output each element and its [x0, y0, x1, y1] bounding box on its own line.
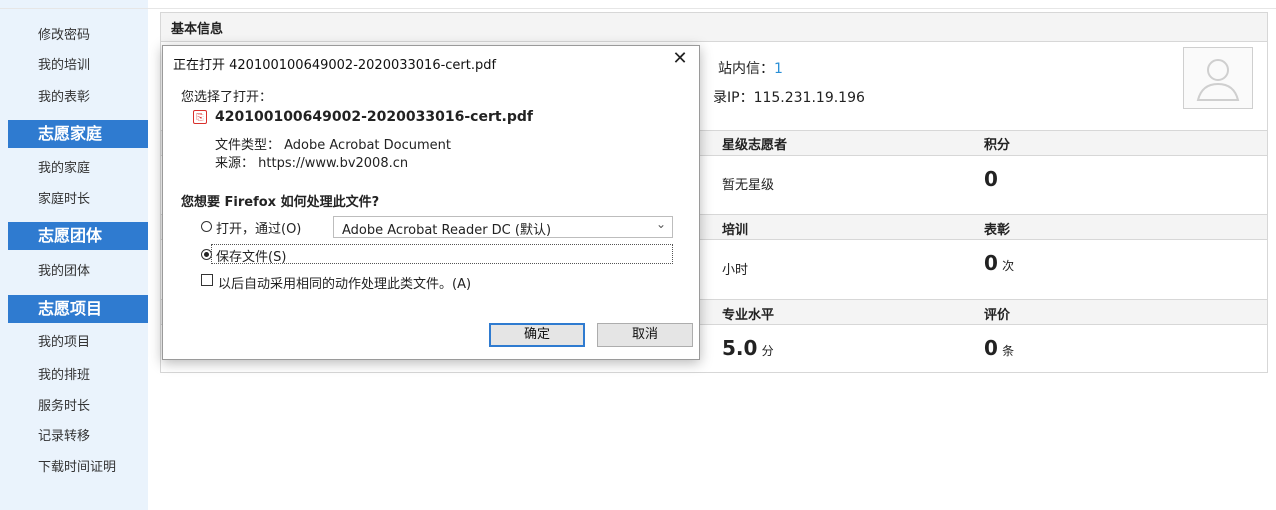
evaluation-value: 0 条 — [984, 336, 1014, 360]
chevron-down-icon: ⌄ — [655, 217, 666, 231]
login-ip: 录IP：115.231.19.196 — [713, 90, 865, 106]
open-with-radio[interactable] — [201, 221, 212, 232]
sidebar: 修改密码 我的培训 我的表彰 志愿家庭 我的家庭 家庭时长 志愿团体 我的团体 … — [0, 0, 148, 510]
file-source: 来源： https://www.bv2008.cn — [215, 156, 409, 171]
training-hours-value: 小时 — [722, 263, 749, 278]
cancel-button[interactable]: 取消 — [597, 323, 693, 347]
sidebar-item-my-group[interactable]: 我的团体 — [38, 260, 90, 279]
sidebar-item-record-transfer[interactable]: 记录转移 — [38, 425, 90, 444]
professional-score: 5.0 — [722, 336, 758, 360]
sidebar-item-change-password[interactable]: 修改密码 — [38, 24, 90, 43]
commendation-header: 表彰 — [984, 223, 1011, 238]
sidebar-item-my-training[interactable]: 我的培训 — [38, 54, 90, 73]
handle-question: 您想要 Firefox 如何处理此文件? — [181, 195, 380, 210]
sidebar-section-project: 志愿项目 — [8, 295, 148, 323]
commendation-value: 0 次 — [984, 251, 1014, 275]
top-divider — [0, 8, 1276, 9]
user-silhouette-icon — [1196, 59, 1240, 101]
sidebar-item-download-certificate[interactable]: 下载时间证明 — [38, 456, 116, 475]
site-mail-label: 站内信： — [718, 61, 774, 77]
professional-unit: 分 — [761, 344, 774, 358]
open-with-app-value: Adobe Acrobat Reader DC (默认) — [342, 223, 552, 238]
professional-level-header: 专业水平 — [722, 308, 775, 323]
auto-action-checkbox[interactable] — [201, 274, 213, 286]
dialog-title: 正在打开 420100100649002-2020033016-cert.pdf — [173, 58, 497, 73]
evaluation-unit: 条 — [1002, 344, 1015, 358]
evaluation-header: 评价 — [984, 308, 1011, 323]
you-chose-label: 您选择了打开： — [181, 90, 273, 105]
commendation-unit: 次 — [1002, 259, 1015, 273]
points-header: 积分 — [984, 138, 1011, 153]
panel-title: 基本信息 — [171, 22, 224, 37]
sidebar-item-my-commendation[interactable]: 我的表彰 — [38, 86, 90, 105]
avatar[interactable] — [1183, 47, 1253, 109]
file-type: 文件类型： Adobe Acrobat Document — [215, 138, 452, 153]
open-file-dialog: 正在打开 420100100649002-2020033016-cert.pdf… — [162, 45, 700, 360]
sidebar-item-my-family[interactable]: 我的家庭 — [38, 157, 90, 176]
auto-action-label[interactable]: 以后自动采用相同的动作处理此类文件。(A) — [218, 273, 471, 292]
file-name: 420100100649002-2020033016-cert.pdf — [215, 109, 533, 125]
star-level-value: 暂无星级 — [722, 178, 775, 193]
sidebar-item-my-projects[interactable]: 我的项目 — [38, 331, 90, 350]
evaluation-count: 0 — [984, 336, 998, 360]
close-icon[interactable]: ✕ — [669, 48, 691, 70]
open-with-app-select[interactable]: Adobe Acrobat Reader DC (默认) ⌄ — [333, 216, 673, 238]
professional-level-value: 5.0 分 — [722, 336, 774, 360]
save-file-label[interactable]: 保存文件(S) — [216, 246, 286, 265]
panel-header: 基本信息 — [161, 13, 1267, 42]
ok-button[interactable]: 确定 — [489, 323, 585, 347]
open-with-label[interactable]: 打开，通过(O) — [216, 218, 301, 237]
points-value: 0 — [984, 167, 998, 191]
site-mail-count[interactable]: 1 — [774, 61, 783, 77]
site-mail[interactable]: 站内信：1 — [718, 58, 783, 78]
pdf-file-icon: ⎘ — [193, 110, 207, 124]
sidebar-item-my-schedule[interactable]: 我的排班 — [38, 364, 90, 383]
sidebar-item-service-hours[interactable]: 服务时长 — [38, 395, 90, 414]
sidebar-section-family: 志愿家庭 — [8, 120, 148, 148]
sidebar-section-group: 志愿团体 — [8, 222, 148, 250]
training-header: 培训 — [722, 223, 749, 238]
commendation-count: 0 — [984, 251, 998, 275]
sidebar-item-family-hours[interactable]: 家庭时长 — [38, 188, 90, 207]
star-volunteer-header: 星级志愿者 — [722, 138, 788, 153]
